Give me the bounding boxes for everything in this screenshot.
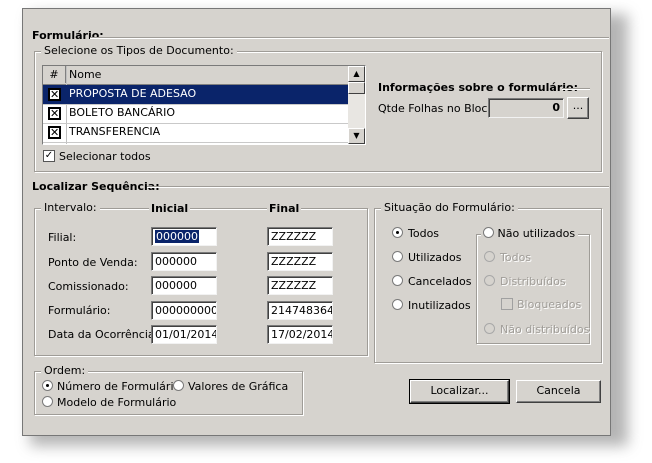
comissionado-label: Comissionado: bbox=[48, 280, 129, 293]
situacao-cancelados-label: Cancelados bbox=[408, 275, 472, 288]
folhas-browse-button[interactable]: ... bbox=[567, 97, 589, 119]
grid-row-boleto[interactable]: ✕ BOLETO BANCÁRIO bbox=[43, 104, 349, 124]
filial-final-input[interactable]: ZZZZZZ bbox=[267, 227, 333, 246]
ordem-numero-label: Número de Formulário bbox=[57, 380, 181, 393]
situacao-todos-radio[interactable] bbox=[392, 227, 403, 238]
form-section-divider bbox=[90, 37, 609, 39]
scroll-up-arrow-icon[interactable]: ▲ bbox=[348, 66, 365, 82]
situacao-utilizados-radio[interactable] bbox=[392, 251, 403, 262]
ordem-modelo-label: Modelo de Formulário bbox=[57, 396, 177, 409]
row-checkbox[interactable]: ✕ bbox=[48, 126, 61, 139]
scroll-down-arrow-icon[interactable]: ▼ bbox=[348, 128, 365, 144]
folhas-field: 0 bbox=[488, 98, 564, 118]
intervalo-legend: Intervalo: bbox=[41, 201, 100, 214]
ordem-valores-label: Valores de Gráfica bbox=[188, 380, 289, 393]
situacao-legend: Situação do Formulário: bbox=[381, 201, 518, 214]
situacao-todos-label: Todos bbox=[408, 227, 440, 240]
nao-utilizados-label: Não utilizados bbox=[497, 227, 576, 240]
row-label: TRANSFERENCIA bbox=[69, 125, 161, 138]
form-section-title: Formulário: bbox=[32, 29, 104, 42]
nu-todos-label: Todos bbox=[500, 251, 532, 264]
data-ocorrencia-label: Data da Ocorrência: bbox=[48, 328, 159, 341]
bloqueados-checkbox[interactable] bbox=[501, 298, 513, 310]
filial-label: Filial: bbox=[48, 231, 77, 244]
select-all-checkbox[interactable]: ✓ bbox=[43, 150, 55, 162]
folhas-label: Qtde Folhas no Bloco: bbox=[378, 102, 498, 115]
ordem-legend: Ordem: bbox=[41, 364, 89, 377]
comissionado-inicial-input[interactable]: 000000 bbox=[151, 276, 217, 295]
filial-inicial-input[interactable]: 000000 bbox=[151, 227, 217, 246]
grid-header-nome: Nome bbox=[69, 68, 102, 81]
row-label: PROPOSTA DE ADESAO bbox=[69, 87, 197, 100]
grid-header-index: # bbox=[43, 66, 66, 83]
nao-utilizados-radio[interactable] bbox=[483, 227, 494, 238]
row-checkbox[interactable]: ✕ bbox=[48, 107, 61, 120]
row-checkbox[interactable]: ✕ bbox=[48, 88, 61, 101]
localizar-button[interactable]: Localizar... bbox=[409, 379, 510, 404]
ordem-modelo-radio[interactable] bbox=[42, 396, 53, 407]
situacao-inutilizados-label: Inutilizados bbox=[408, 299, 471, 312]
scroll-thumb[interactable] bbox=[348, 82, 365, 94]
situacao-utilizados-label: Utilizados bbox=[408, 251, 462, 264]
situacao-inutilizados-radio[interactable] bbox=[392, 299, 403, 310]
ordem-numero-radio[interactable] bbox=[42, 380, 53, 391]
ponto-venda-inicial-input[interactable]: 000000 bbox=[151, 252, 217, 271]
grid-scrollbar[interactable]: ▲ ▼ bbox=[348, 66, 365, 144]
situacao-cancelados-radio[interactable] bbox=[392, 275, 403, 286]
sequence-title: Localizar Sequência: bbox=[32, 180, 160, 193]
cancela-button[interactable]: Cancela bbox=[516, 380, 601, 403]
nu-nao-distribuidos-radio[interactable] bbox=[484, 323, 495, 334]
formulario-final-input[interactable]: 2147483647 bbox=[267, 301, 333, 320]
grid-row-transferencia[interactable]: ✕ TRANSFERENCIA bbox=[43, 123, 349, 143]
sequence-divider bbox=[147, 186, 609, 188]
col-final-header: Final bbox=[267, 202, 302, 215]
formulario-label: Formulário: bbox=[48, 304, 111, 317]
ordem-valores-radio[interactable] bbox=[173, 380, 184, 391]
info-divider bbox=[562, 88, 590, 90]
data-final-input[interactable]: 17/02/2014 bbox=[267, 325, 333, 344]
nu-todos-radio[interactable] bbox=[484, 251, 495, 262]
col-inicial-header: Inicial bbox=[149, 202, 191, 215]
data-inicial-input[interactable]: 01/01/2014 bbox=[151, 325, 217, 344]
row-label: BOLETO BANCÁRIO bbox=[69, 106, 176, 119]
nu-distribuidos-label: Distribuídos bbox=[500, 275, 566, 288]
doc-types-legend: Selecione os Tipos de Documento: bbox=[41, 44, 237, 57]
nu-nao-distribuidos-label: Não distribuídos bbox=[500, 323, 590, 336]
select-all-label: Selecionar todos bbox=[59, 150, 151, 163]
doc-types-grid[interactable]: # Nome ✕ PROPOSTA DE ADESAO ✕ BOLETO BAN… bbox=[42, 65, 366, 145]
grid-row-proposta[interactable]: ✕ PROPOSTA DE ADESAO bbox=[43, 85, 349, 105]
ponto-venda-label: Ponto de Venda: bbox=[48, 256, 138, 269]
comissionado-final-input[interactable]: ZZZZZZ bbox=[267, 276, 333, 295]
ponto-venda-final-input[interactable]: ZZZZZZ bbox=[267, 252, 333, 271]
grid-header: # Nome bbox=[43, 66, 349, 85]
nao-utilizados-legend: Não utilizados bbox=[481, 227, 579, 240]
info-title: Informações sobre o formulário: bbox=[378, 81, 578, 94]
nu-distribuidos-radio[interactable] bbox=[484, 275, 495, 286]
bloqueados-label: Bloqueados bbox=[517, 298, 582, 311]
formulario-inicial-input[interactable]: 0000000000 bbox=[151, 301, 217, 320]
